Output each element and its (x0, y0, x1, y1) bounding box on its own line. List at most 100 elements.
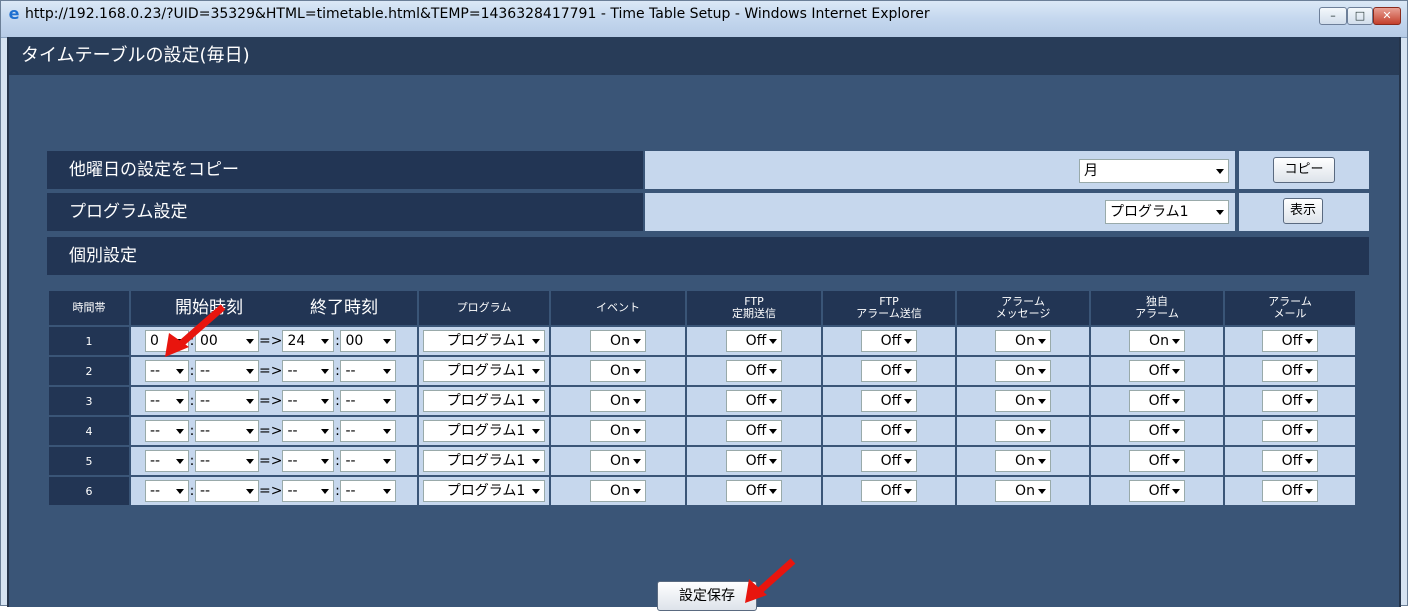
end-hour-select[interactable]: -- (282, 360, 335, 382)
end-minute-select[interactable]: 00 (340, 330, 397, 352)
end-hour-select[interactable]: -- (282, 450, 335, 472)
range-arrow: => (259, 483, 283, 499)
event-select[interactable]: On (590, 330, 646, 352)
event-select[interactable]: On (590, 360, 646, 382)
range-arrow: => (259, 453, 283, 469)
event-select[interactable]: On (590, 390, 646, 412)
own-alarm-select[interactable]: Off (1129, 450, 1185, 472)
ftp-alarm-select[interactable]: Off (861, 330, 917, 352)
end-minute-select[interactable]: -- (340, 420, 397, 442)
table-row: 4 --: -- => --: -- プログラム1 On Off Off On Off Off (49, 417, 1355, 445)
program-select[interactable]: プログラム1 (423, 450, 545, 472)
slot-number: 6 (49, 477, 129, 505)
start-minute-select[interactable]: -- (195, 420, 259, 442)
end-minute-select[interactable]: -- (340, 360, 397, 382)
own-alarm-select[interactable]: Off (1129, 360, 1185, 382)
alarm-message-select[interactable]: On (995, 330, 1051, 352)
ftp-alarm-select[interactable]: Off (861, 450, 917, 472)
end-hour-select[interactable]: -- (282, 390, 335, 412)
ftp-periodic-select[interactable]: Off (726, 480, 782, 502)
alarm-message-select[interactable]: On (995, 450, 1051, 472)
start-hour-select[interactable]: -- (145, 450, 189, 472)
program-select[interactable]: プログラム1 (423, 390, 545, 412)
chevron-down-icon (383, 369, 392, 374)
ftp-periodic-select[interactable]: Off (726, 330, 782, 352)
copy-day-select[interactable]: 月 (1079, 159, 1229, 183)
chevron-down-icon (321, 459, 330, 464)
start-hour-select[interactable]: -- (145, 420, 189, 442)
start-hour-select[interactable]: -- (145, 480, 189, 502)
own-alarm-select[interactable]: Off (1129, 390, 1185, 412)
copy-button[interactable]: コピー (1273, 157, 1335, 183)
alarm-message-select[interactable]: On (995, 480, 1051, 502)
ftp-alarm-select[interactable]: Off (861, 390, 917, 412)
end-hour-select[interactable]: 24 (282, 330, 335, 352)
end-hour-select[interactable]: -- (282, 480, 335, 502)
own-alarm-select[interactable]: Off (1129, 420, 1185, 442)
alarm-mail-select[interactable]: Off (1262, 450, 1318, 472)
alarm-mail-select[interactable]: Off (1262, 330, 1318, 352)
own-alarm-select[interactable]: Off (1129, 480, 1185, 502)
chevron-down-icon (1172, 399, 1180, 404)
alarm-mail-select[interactable]: Off (1262, 480, 1318, 502)
ftp-periodic-select[interactable]: Off (726, 420, 782, 442)
chevron-down-icon (532, 339, 540, 344)
chevron-down-icon (176, 429, 184, 434)
chevron-down-icon (633, 459, 641, 464)
chevron-down-icon (321, 369, 330, 374)
table-header-row: 時間帯 開始時刻 終了時刻 プログラム イベント FTP 定期送信 FTP アラーム送… (49, 291, 1355, 325)
chevron-down-icon (1305, 399, 1313, 404)
chevron-down-icon (904, 429, 912, 434)
alarm-mail-select[interactable]: Off (1262, 420, 1318, 442)
program-select[interactable]: プログラム1 (423, 360, 545, 382)
slot-number: 5 (49, 447, 129, 475)
program-select[interactable]: プログラム1 (423, 480, 545, 502)
ftp-alarm-select[interactable]: Off (861, 360, 917, 382)
start-hour-select[interactable]: -- (145, 390, 189, 412)
start-minute-select[interactable]: -- (195, 390, 259, 412)
program-select[interactable]: プログラム1 (423, 330, 545, 352)
own-alarm-select[interactable]: On (1129, 330, 1185, 352)
start-hour-select[interactable]: -- (145, 360, 189, 382)
end-minute-select[interactable]: -- (340, 480, 397, 502)
start-minute-select[interactable]: -- (195, 480, 259, 502)
ftp-alarm-select[interactable]: Off (861, 480, 917, 502)
end-minute-select[interactable]: -- (340, 450, 397, 472)
alarm-message-select[interactable]: On (995, 360, 1051, 382)
ftp-alarm-select[interactable]: Off (861, 420, 917, 442)
chevron-down-icon (383, 339, 392, 344)
program-select[interactable]: プログラム1 (1105, 200, 1229, 224)
chevron-down-icon (1172, 459, 1180, 464)
chevron-down-icon (1172, 369, 1180, 374)
time-range-cell: --: -- => --: -- (131, 387, 417, 415)
event-select[interactable]: On (590, 420, 646, 442)
end-minute-select[interactable]: -- (340, 390, 397, 412)
chevron-down-icon (1216, 210, 1224, 215)
ftp-periodic-select[interactable]: Off (726, 450, 782, 472)
maximize-button[interactable]: □ (1347, 7, 1373, 25)
chevron-down-icon (769, 459, 777, 464)
chevron-down-icon (633, 399, 641, 404)
slot-number: 3 (49, 387, 129, 415)
alarm-message-select[interactable]: On (995, 390, 1051, 412)
range-arrow: => (259, 363, 283, 379)
start-minute-select[interactable]: -- (195, 450, 259, 472)
chevron-down-icon (246, 369, 254, 374)
alarm-mail-select[interactable]: Off (1262, 390, 1318, 412)
program-select[interactable]: プログラム1 (423, 420, 545, 442)
end-hour-select[interactable]: -- (282, 420, 335, 442)
start-minute-select[interactable]: -- (195, 360, 259, 382)
chevron-down-icon (246, 429, 254, 434)
browser-window: e http://192.168.0.23/?UID=35329&HTML=ti… (0, 0, 1408, 611)
minimize-button[interactable]: – (1319, 7, 1347, 25)
ftp-periodic-select[interactable]: Off (726, 390, 782, 412)
alarm-mail-select[interactable]: Off (1262, 360, 1318, 382)
alarm-message-select[interactable]: On (995, 420, 1051, 442)
close-button[interactable]: ✕ (1373, 7, 1401, 25)
chevron-down-icon (246, 339, 254, 344)
event-select[interactable]: On (590, 450, 646, 472)
event-select[interactable]: On (590, 480, 646, 502)
ftp-periodic-select[interactable]: Off (726, 360, 782, 382)
show-button[interactable]: 表示 (1283, 198, 1323, 224)
chevron-down-icon (1305, 369, 1313, 374)
